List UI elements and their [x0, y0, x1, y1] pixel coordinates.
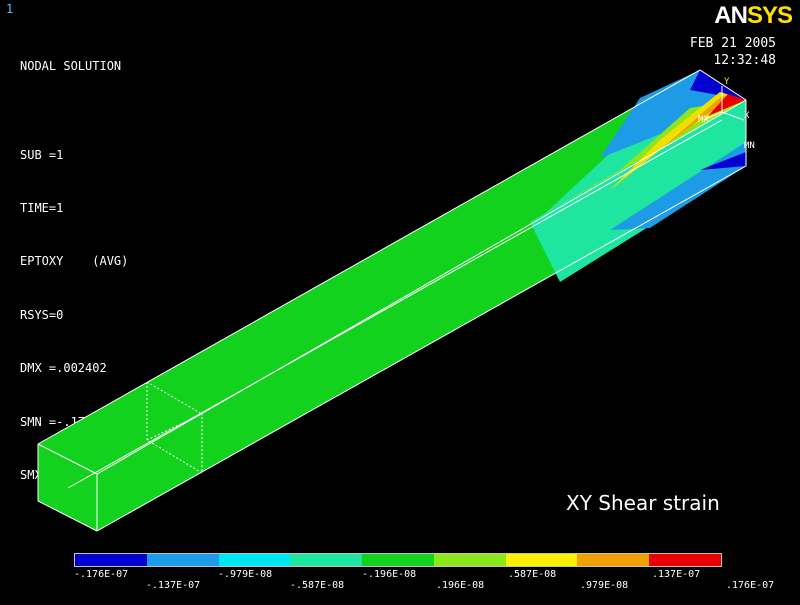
legend-label: -.979E-08	[218, 569, 273, 580]
ansys-graphics-window: 1 NODAL SOLUTION SUB =1 TIME=1 EPTOXY (A…	[0, 0, 800, 605]
legend-label: -.196E-08	[362, 569, 417, 580]
legend-band	[218, 554, 291, 566]
max-marker-label: MX	[698, 115, 709, 125]
beam-centerline	[67, 119, 723, 489]
legend-label: .587E-08	[508, 569, 557, 580]
legend-band	[649, 554, 722, 566]
contour-legend-bar	[74, 553, 722, 567]
legend-band	[290, 554, 363, 566]
plot-caption: XY Shear strain	[566, 491, 720, 515]
legend-label: .176E-07	[726, 580, 775, 591]
legend-label: .196E-08	[436, 580, 485, 591]
legend-label: -.587E-08	[290, 580, 345, 591]
legend-band	[146, 554, 219, 566]
legend-band	[362, 554, 434, 566]
legend-band	[577, 554, 650, 566]
legend-band	[433, 554, 506, 566]
legend-label: -.137E-07	[146, 580, 201, 591]
legend-band	[75, 554, 147, 566]
triad-y-label: Y	[724, 77, 730, 87]
triad-x-label: X	[744, 111, 750, 121]
legend-band	[505, 554, 578, 566]
legend-label: -.176E-07	[74, 569, 129, 580]
legend-label: .137E-07	[652, 569, 701, 580]
min-marker-label: MN	[744, 141, 755, 151]
legend-label: .979E-08	[580, 580, 629, 591]
